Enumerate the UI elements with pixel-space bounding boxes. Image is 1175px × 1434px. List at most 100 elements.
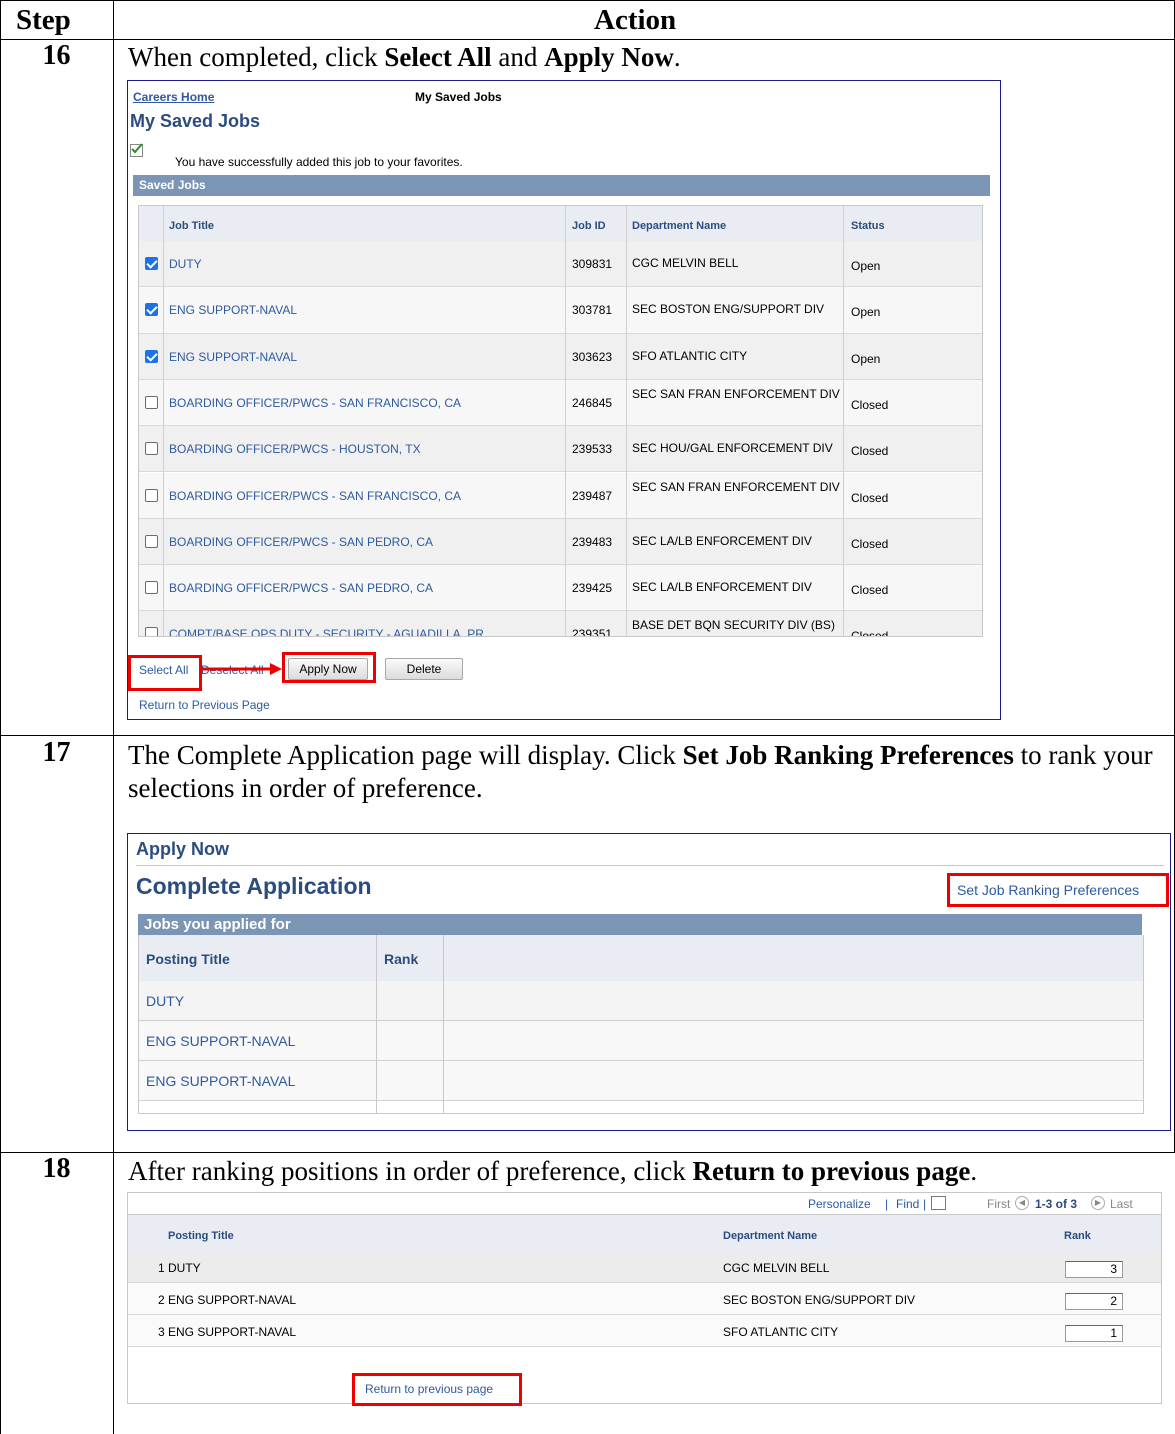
- delete-button[interactable]: Delete: [385, 658, 463, 680]
- nav-separator: |: [923, 1197, 927, 1211]
- table-row: BOARDING OFFICER/PWCS - SAN PEDRO, CA 239…: [139, 565, 982, 612]
- saved-jobs-grid: Job Title Job ID Department Name Status …: [138, 205, 983, 637]
- table-row: BOARDING OFFICER/PWCS - SAN PEDRO, CA 239…: [139, 518, 982, 566]
- table-row: 1 DUTY CGC MELVIN BELL 3: [128, 1251, 1161, 1283]
- row-checkbox[interactable]: [145, 581, 158, 595]
- job-status: Open: [851, 305, 881, 320]
- return-previous-link[interactable]: Return to Previous Page: [139, 698, 270, 712]
- table-row: ENG SUPPORT-NAVAL 303623 SFO ATLANTIC CITY…: [139, 333, 982, 380]
- checkmark-icon: [130, 143, 143, 157]
- rank-input[interactable]: 3: [1065, 1261, 1123, 1278]
- department-name: SEC LA/LB ENFORCEMENT DIV: [632, 580, 812, 595]
- posting-title: ENG SUPPORT-NAVAL: [168, 1325, 297, 1339]
- job-title-link[interactable]: BOARDING OFFICER/PWCS - HOUSTON, TX: [169, 442, 559, 456]
- row-checkbox[interactable]: [145, 257, 158, 270]
- apply-now-title: Apply Now: [136, 839, 229, 859]
- job-title-link[interactable]: BOARDING OFFICER/PWCS - SAN FRANCISCO, C…: [169, 396, 559, 410]
- job-id: 239533: [572, 442, 613, 457]
- job-title-link[interactable]: BOARDING OFFICER/PWCS - SAN PEDRO, CA: [169, 535, 559, 549]
- table-row: 3 ENG SUPPORT-NAVAL SFO ATLANTIC CITY 1: [128, 1315, 1161, 1347]
- col-job-title[interactable]: Job Title: [169, 220, 214, 232]
- next-icon[interactable]: ▶: [1091, 1196, 1105, 1210]
- table-row: COMPT/BASE OPS DUTY - SECURITY - AGUADIL…: [139, 611, 982, 637]
- posting-title-link[interactable]: ENG SUPPORT-NAVAL: [146, 1073, 295, 1089]
- row-checkbox[interactable]: [145, 534, 158, 548]
- posting-title: DUTY: [168, 1261, 201, 1275]
- col-posting-title[interactable]: Posting Title: [146, 951, 230, 967]
- table-row: BOARDING OFFICER/PWCS - SAN FRANCISCO, C…: [139, 472, 982, 519]
- row-checkbox[interactable]: [145, 395, 158, 409]
- grid-navigation: Personalize | Find | First ◀ 1-3 of 3 ▶ …: [128, 1193, 1161, 1214]
- ranking-grid: Posting Title Department Name Rank 1 DUTY…: [128, 1214, 1161, 1364]
- select-all-highlight: [128, 655, 202, 691]
- job-title-link[interactable]: DUTY: [169, 257, 559, 271]
- table-row: DUTY 309831 CGC MELVIN BELL Open: [139, 241, 982, 288]
- job-status: Closed: [851, 536, 889, 551]
- step-instruction: When completed, click Select All and App…: [128, 42, 681, 72]
- col-rank[interactable]: Rank: [384, 951, 418, 967]
- job-title-link[interactable]: ENG SUPPORT-NAVAL: [169, 350, 559, 364]
- breadcrumb-title: My Saved Jobs: [415, 90, 502, 104]
- nav-separator: |: [885, 1197, 889, 1211]
- table-row: 2 ENG SUPPORT-NAVAL SEC BOSTON ENG/SUPPORT…: [128, 1283, 1161, 1315]
- table-row: ENG SUPPORT-NAVAL 303781 SEC BOSTON ENG/SU…: [139, 287, 982, 334]
- row-number: 1: [158, 1261, 165, 1275]
- find-link[interactable]: Find: [896, 1197, 919, 1211]
- step-instruction: The Complete Application page will displ…: [128, 740, 1153, 803]
- job-id: 239425: [572, 581, 613, 596]
- rank-input[interactable]: 2: [1065, 1293, 1123, 1310]
- job-status: Closed: [851, 629, 889, 637]
- view-all-icon[interactable]: [931, 1196, 946, 1210]
- first-label: First: [987, 1197, 1011, 1211]
- row-checkbox[interactable]: [145, 442, 158, 456]
- col-status[interactable]: Status: [851, 220, 885, 232]
- job-status: Closed: [851, 583, 889, 598]
- col-rank[interactable]: Rank: [1064, 1230, 1091, 1242]
- table-row: DUTY: [139, 981, 1143, 1021]
- personalize-link[interactable]: Personalize: [808, 1197, 871, 1211]
- row-checkbox[interactable]: [145, 488, 158, 502]
- job-id: 303623: [572, 349, 613, 364]
- grid-header-row: Job Title Job ID Department Name Status: [139, 206, 982, 242]
- ranking-screenshot: Personalize | Find | First ◀ 1-3 of 3 ▶ …: [127, 1192, 1162, 1406]
- job-title-link[interactable]: BOARDING OFFICER/PWCS - SAN PEDRO, CA: [169, 581, 559, 595]
- page-title: Complete Application: [136, 873, 372, 899]
- posting-title: ENG SUPPORT-NAVAL: [168, 1293, 297, 1307]
- last-label: Last: [1110, 1197, 1133, 1211]
- col-posting-title[interactable]: Posting Title: [168, 1230, 234, 1242]
- row-checkbox[interactable]: [145, 349, 158, 363]
- department-name: SEC SAN FRAN ENFORCEMENT DIV: [632, 479, 840, 494]
- apply-now-highlight: [282, 652, 376, 683]
- ranking-link-highlight: [947, 873, 1169, 907]
- col-department[interactable]: Department Name: [723, 1230, 817, 1242]
- department-name: SFO ATLANTIC CITY: [632, 348, 748, 363]
- table-row: BOARDING OFFICER/PWCS - SAN FRANCISCO, C…: [139, 379, 982, 427]
- row-range: 1-3 of 3: [1035, 1197, 1078, 1211]
- job-title-link[interactable]: ENG SUPPORT-NAVAL: [169, 303, 559, 317]
- prev-icon[interactable]: ◀: [1015, 1196, 1029, 1210]
- department-name: SEC SAN FRAN ENFORCEMENT DIV: [632, 386, 840, 401]
- posting-title-link[interactable]: DUTY: [146, 993, 184, 1009]
- department-name: SFO ATLANTIC CITY: [723, 1325, 839, 1339]
- col-job-id[interactable]: Job ID: [572, 220, 606, 232]
- job-title-link[interactable]: COMPT/BASE OPS DUTY - SECURITY - AGUADIL…: [169, 627, 559, 636]
- step-number: 18: [42, 1153, 71, 1184]
- job-id: 303781: [572, 303, 613, 318]
- job-status: Closed: [851, 444, 889, 459]
- department-name: BASE DET BQN SECURITY DIV (BS): [632, 618, 835, 633]
- posting-title-link[interactable]: ENG SUPPORT-NAVAL: [146, 1033, 295, 1049]
- job-status: Closed: [851, 490, 889, 505]
- step-column-header: Step: [16, 4, 71, 36]
- row-checkbox[interactable]: [145, 627, 158, 636]
- complete-application-screenshot: Apply Now Complete Application Set Job R…: [127, 833, 1171, 1131]
- rank-input[interactable]: 1: [1065, 1325, 1123, 1342]
- saved-jobs-screenshot: Careers Home My Saved Jobs My Saved Jobs…: [127, 80, 1001, 720]
- instruction-table: Step Action 16 When completed, click Sel…: [0, 0, 1175, 1434]
- job-title-link[interactable]: BOARDING OFFICER/PWCS - SAN FRANCISCO, C…: [169, 489, 559, 503]
- job-status: Closed: [851, 397, 889, 412]
- row-checkbox[interactable]: [145, 303, 158, 317]
- col-department[interactable]: Department Name: [632, 220, 726, 232]
- row-number: 3: [158, 1325, 165, 1339]
- careers-home-link[interactable]: Careers Home: [133, 90, 214, 104]
- arrow-icon: [200, 662, 284, 681]
